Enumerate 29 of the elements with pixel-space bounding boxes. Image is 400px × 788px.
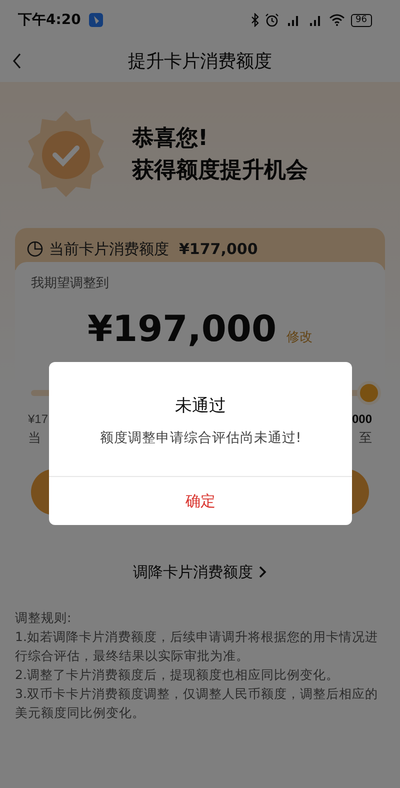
current-limit-label: 当前卡片消费额度	[49, 238, 169, 260]
min-caption: 当	[28, 428, 42, 446]
rule-text: 3.双币卡卡片消费额度调整，仅调整人民币额度，调整后相应的美元额度同比例变化。	[15, 684, 379, 722]
back-icon[interactable]	[12, 53, 22, 69]
hero-title: 获得额度提升机会	[132, 156, 308, 185]
current-limit-value: ¥177,000	[179, 238, 258, 260]
hero-title: 恭喜您!	[132, 125, 210, 153]
adjust-label: 我期望调整到	[31, 275, 110, 293]
rules-title: 调整规则:	[15, 608, 72, 626]
app-icon	[88, 13, 103, 27]
slider-thumb[interactable]	[357, 380, 381, 404]
max-value: 000	[352, 410, 372, 428]
rule-text: 1.如若调降卡片消费额度，后续申请调升将根据您的用卡情况进行综合评估，最终结果以实际审批为准。	[15, 628, 379, 664]
page-title: 提升卡片消费额度	[128, 50, 272, 74]
target-amount: ¥197,000	[87, 312, 277, 348]
rule-text: 2.调整了卡片消费额度后，提现额度也相应同比例变化。	[15, 666, 340, 684]
battery-indicator: 96	[350, 14, 372, 26]
alarm-icon	[264, 13, 279, 27]
status-time: 下午4:20	[18, 10, 81, 30]
dialog-message: 额度调整申请综合评估尚未通过!	[100, 428, 302, 448]
decrease-limit-link[interactable]: 调降卡片消费额度	[133, 561, 253, 584]
min-value: ¥17	[28, 410, 48, 428]
max-caption: 至	[359, 428, 372, 446]
wifi-icon	[328, 14, 345, 26]
chevron-right-icon	[259, 566, 267, 578]
pie-chart-icon	[27, 241, 43, 257]
confirm-button[interactable]: 确定	[49, 476, 352, 525]
bluetooth-icon	[250, 13, 259, 27]
dialog-title: 未通过	[175, 395, 226, 418]
